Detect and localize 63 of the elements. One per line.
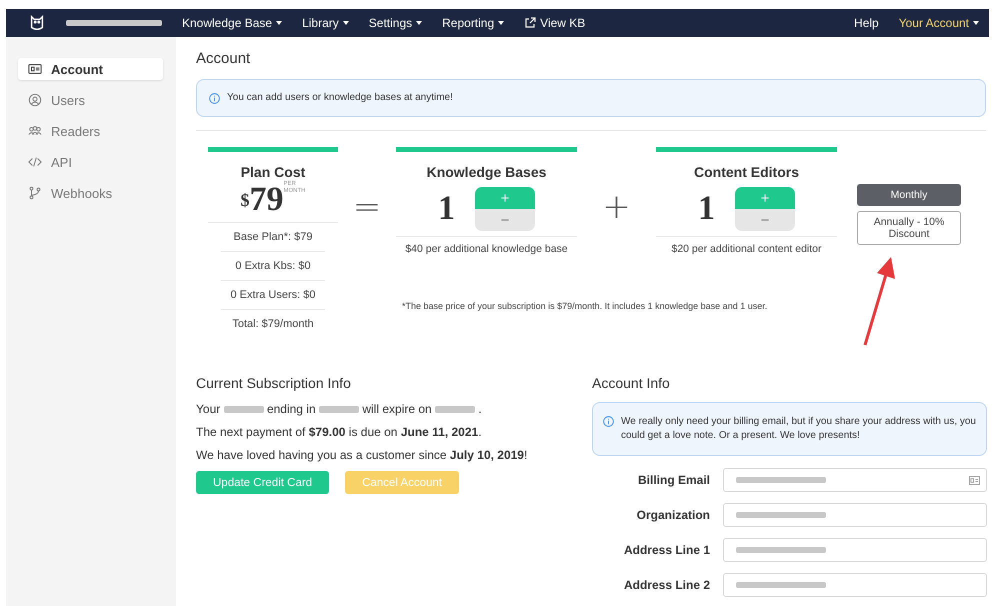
price: $^{$}$79 [240,180,284,220]
input-field[interactable] [723,468,987,492]
code-icon [28,155,42,169]
input-field[interactable] [723,503,987,527]
id-card-icon [28,62,42,76]
cost-line: 0 Extra Kbs: $0 [221,252,325,281]
caret-icon [276,21,282,25]
nav-menu[interactable]: Settings [368,16,422,30]
sidebar-item[interactable]: Account [18,58,163,80]
field-label: Address Line 2 [622,578,710,592]
counter-title: Knowledge Bases [426,164,546,180]
plus-sign: + [601,187,632,227]
input-field[interactable] [723,573,987,597]
notice-text: We really only need your billing email, but if you share your address with us, you could get a love note. Or a present. We love presents! [621,415,976,443]
section-title: Account Info [592,375,671,391]
nav-menu[interactable]: View KB [524,16,586,30]
notice-text: You can add users or knowledge bases at anytime! [227,92,453,103]
sidebar-item[interactable]: Users [18,89,163,111]
equals-sign: = [352,187,382,227]
info-icon [209,93,220,104]
counter-title: Content Editors [694,164,799,180]
caret-icon [973,21,979,25]
count-value: 1 [438,190,455,228]
card-expiry-text: Your ending in will expire on . [196,402,483,417]
input-field[interactable] [723,538,987,562]
section-title: Current Subscription Info [196,375,352,391]
price-note: $40 per additional knowledge base [405,243,568,255]
owl-logo-icon[interactable] [28,14,46,32]
nav-link[interactable]: Your Account [898,16,979,30]
cost-line: Total: $79/month [231,317,315,332]
contact-card-icon [969,476,980,484]
external-link-icon [524,17,536,29]
caret-icon [498,21,504,25]
field-label: Billing Email [636,473,710,487]
sidebar-item[interactable]: API [18,151,163,173]
cost-line: Base Plan*: $79 [221,223,325,252]
decrement-button[interactable]: − [735,209,795,231]
caret-icon [342,21,349,25]
nav-menu[interactable]: Knowledge Base [182,16,282,30]
count-value: 1 [698,190,715,228]
plan-cost-title: Plan Cost [240,164,306,180]
sidebar-item[interactable]: Readers [18,120,163,142]
branch-icon [28,186,42,200]
billing-period-button[interactable]: Monthly [857,184,961,206]
nav-menu[interactable]: Library [302,16,349,30]
blurred-brand-name[interactable] [66,20,162,26]
customer-since-text: We have loved having you as a customer since July 10, 2019! [196,448,528,463]
caret-icon [416,21,422,25]
payment-text: The next payment of $79.00 is due on June 11, 2021. [196,425,483,440]
page-title: Account [196,50,252,67]
decrement-button[interactable]: − [475,209,535,231]
footnote: *The base price of your subscription is $79/month. It includes 1 knowledge base and 1 user. [402,301,768,311]
nav-link[interactable]: Help [854,16,879,30]
info-icon [603,416,614,427]
billing-period-button[interactable]: Annually - 10% Discount [857,211,961,245]
cost-line: 0 Extra Users: $0 [221,281,325,310]
field-label: Address Line 1 [622,543,710,557]
user-circle-icon [28,93,42,107]
price-note: $20 per additional content editor [671,243,822,255]
people-icon [28,124,42,138]
sidebar-item[interactable]: Webhooks [18,182,163,204]
field-label: Organization [636,508,710,522]
nav-menu[interactable]: Reporting [442,16,504,30]
